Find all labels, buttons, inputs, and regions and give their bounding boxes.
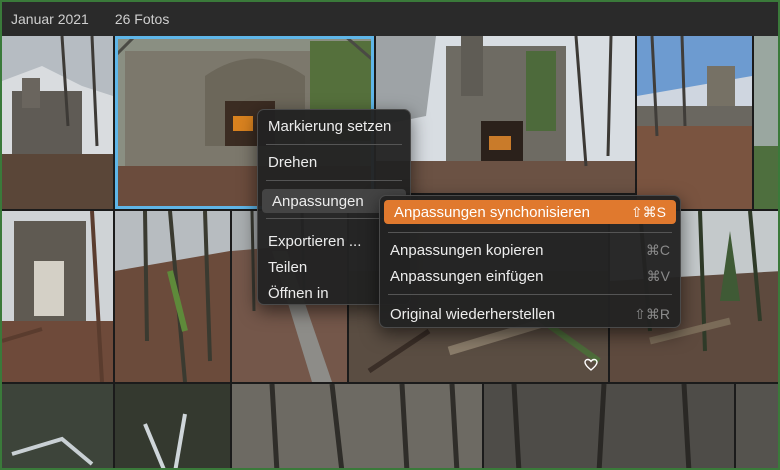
- photo-library-window: Januar 2021 26 Fotos Markierung setzen D…: [0, 0, 780, 470]
- menu-item-anpassungen-kopieren[interactable]: Anpassungen kopieren ⌘C: [380, 238, 680, 262]
- month-label: Januar 2021: [11, 11, 89, 27]
- menu-item-label: Original wiederherstellen: [390, 305, 556, 323]
- menu-item-label: Anpassungen synchonisieren: [394, 203, 590, 221]
- photo-thumbnail[interactable]: [754, 36, 778, 209]
- photo-thumbnail[interactable]: [115, 384, 230, 468]
- menu-item-anpassungen-synchronisieren[interactable]: Anpassungen synchonisieren ⇧⌘S: [384, 200, 676, 224]
- photo-count: 26 Fotos: [114, 11, 170, 27]
- menu-item-original-wiederherstellen[interactable]: Original wiederherstellen ⇧⌘R: [380, 302, 680, 326]
- menu-item-drehen[interactable]: Drehen: [258, 150, 410, 174]
- menu-item-anpassungen-einfuegen[interactable]: Anpassungen einfügen ⌘V: [380, 264, 680, 288]
- menu-item-label: Markierung setzen: [268, 117, 392, 135]
- photo-thumbnail[interactable]: [115, 211, 230, 382]
- photo-thumbnail[interactable]: [484, 384, 734, 468]
- menu-item-label: Anpassungen einfügen: [390, 267, 544, 285]
- photo-thumbnail[interactable]: [2, 36, 113, 209]
- menu-item-label: Exportieren ...: [268, 232, 362, 250]
- menu-item-label: Anpassungen: [272, 192, 364, 210]
- menu-item-markierung-setzen[interactable]: Markierung setzen: [258, 114, 410, 138]
- menu-separator: [388, 294, 672, 295]
- photo-thumbnail[interactable]: [376, 36, 635, 193]
- menu-item-label: Öffnen in: [268, 284, 329, 302]
- menu-item-shortcut: ⇧⌘R: [634, 305, 670, 322]
- menu-separator: [388, 232, 672, 233]
- menu-item-shortcut: ⌘V: [646, 267, 670, 284]
- library-header: Januar 2021 26 Fotos: [2, 2, 778, 36]
- menu-item-label: Drehen: [268, 153, 318, 171]
- menu-item-shortcut: ⇧⌘S: [630, 203, 666, 220]
- menu-separator: [266, 180, 402, 181]
- menu-item-label: Teilen: [268, 258, 308, 276]
- menu-separator: [266, 144, 402, 145]
- photo-thumbnail[interactable]: [736, 384, 778, 468]
- menu-item-label: Anpassungen kopieren: [390, 241, 544, 259]
- heart-icon[interactable]: [584, 358, 598, 372]
- photo-thumbnail[interactable]: [2, 384, 113, 468]
- menu-item-shortcut: ⌘C: [645, 241, 670, 258]
- photo-thumbnail[interactable]: [2, 211, 113, 382]
- adjustments-submenu: Anpassungen synchonisieren ⇧⌘S Anpassung…: [379, 195, 681, 328]
- photo-thumbnail[interactable]: [232, 384, 482, 468]
- photo-thumbnail[interactable]: [637, 36, 752, 209]
